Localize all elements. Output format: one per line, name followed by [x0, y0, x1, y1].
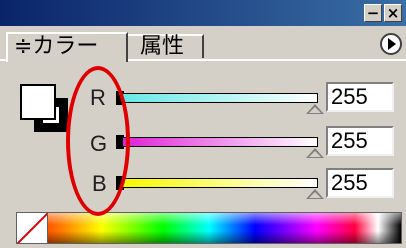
color-spectrum-ramp[interactable]	[16, 212, 402, 244]
minimize-button[interactable]: −	[364, 4, 382, 22]
close-button[interactable]: ×	[384, 4, 402, 22]
annotation-oval	[66, 66, 130, 216]
fill-color-swatch[interactable]	[20, 84, 56, 120]
g-slider-thumb[interactable]	[306, 148, 324, 158]
b-value-field[interactable]: 255	[326, 168, 394, 198]
tab-color-label: ≑カラー	[14, 34, 99, 59]
panel-menu-button[interactable]	[380, 33, 402, 55]
r-slider-track[interactable]	[122, 93, 318, 103]
b-slider-thumb[interactable]	[306, 189, 324, 199]
tab-attributes-label: 属性	[140, 34, 185, 59]
no-color-swatch[interactable]	[16, 212, 48, 244]
tab-attributes[interactable]: 属性	[126, 34, 204, 58]
r-slider-thumb[interactable]	[306, 104, 324, 114]
panel-titlebar: − ×	[0, 0, 406, 26]
tab-color[interactable]: ≑カラー	[6, 32, 128, 62]
b-slider-track[interactable]	[122, 178, 318, 188]
r-value-field[interactable]: 255	[326, 82, 394, 112]
g-value-field[interactable]: 255	[326, 126, 394, 156]
color-panel-window: − × 属性 ≑カラー R 255 G 255 B 255	[0, 0, 406, 248]
panel-tab-row: 属性 ≑カラー	[0, 26, 406, 62]
g-slider-track[interactable]	[122, 137, 318, 147]
